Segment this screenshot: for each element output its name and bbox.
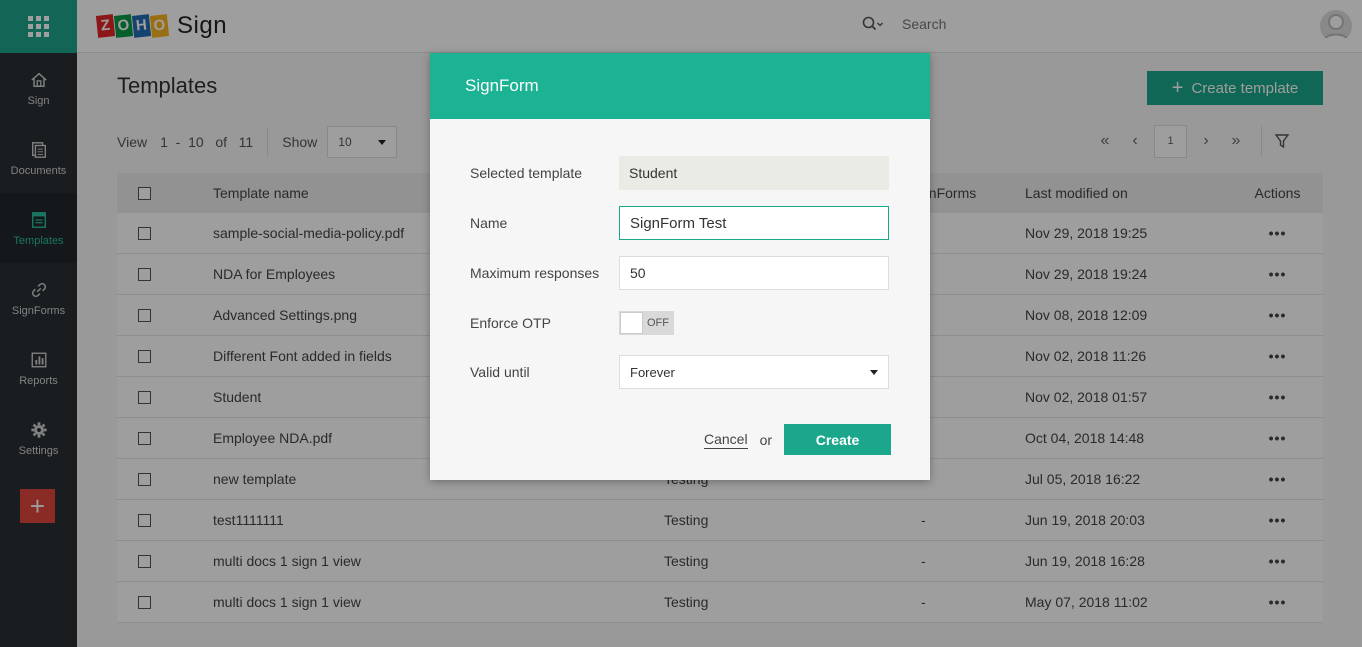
enforce-otp-toggle[interactable]: OFF bbox=[619, 311, 674, 335]
enforce-otp-label: Enforce OTP bbox=[470, 315, 551, 331]
max-responses-row: Maximum responses bbox=[470, 256, 889, 290]
dialog-title: SignForm bbox=[430, 53, 930, 119]
or-text: or bbox=[759, 431, 773, 448]
valid-until-value: Forever bbox=[630, 364, 675, 380]
selected-template-label: Selected template bbox=[470, 165, 583, 181]
name-row: Name bbox=[470, 206, 889, 240]
selected-template-value: Student bbox=[619, 156, 889, 190]
enforce-otp-row: Enforce OTP OFF bbox=[470, 311, 674, 335]
create-button[interactable]: Create bbox=[784, 424, 892, 455]
max-responses-label: Maximum responses bbox=[470, 265, 600, 281]
valid-until-select[interactable]: Forever bbox=[619, 355, 889, 389]
name-input[interactable] bbox=[619, 206, 889, 240]
chevron-down-icon bbox=[870, 369, 878, 375]
valid-until-row: Valid until Forever bbox=[470, 355, 889, 389]
toggle-state-label: OFF bbox=[647, 317, 669, 329]
cancel-button[interactable]: Cancel bbox=[704, 431, 748, 449]
signform-dialog: SignForm Selected template Student Name … bbox=[430, 53, 930, 480]
max-responses-input[interactable] bbox=[619, 256, 889, 290]
toggle-knob bbox=[620, 312, 643, 334]
valid-until-label: Valid until bbox=[470, 364, 530, 380]
name-label: Name bbox=[470, 215, 508, 231]
selected-template-row: Selected template Student bbox=[470, 156, 889, 190]
dialog-footer: Cancel or Create bbox=[704, 424, 892, 455]
